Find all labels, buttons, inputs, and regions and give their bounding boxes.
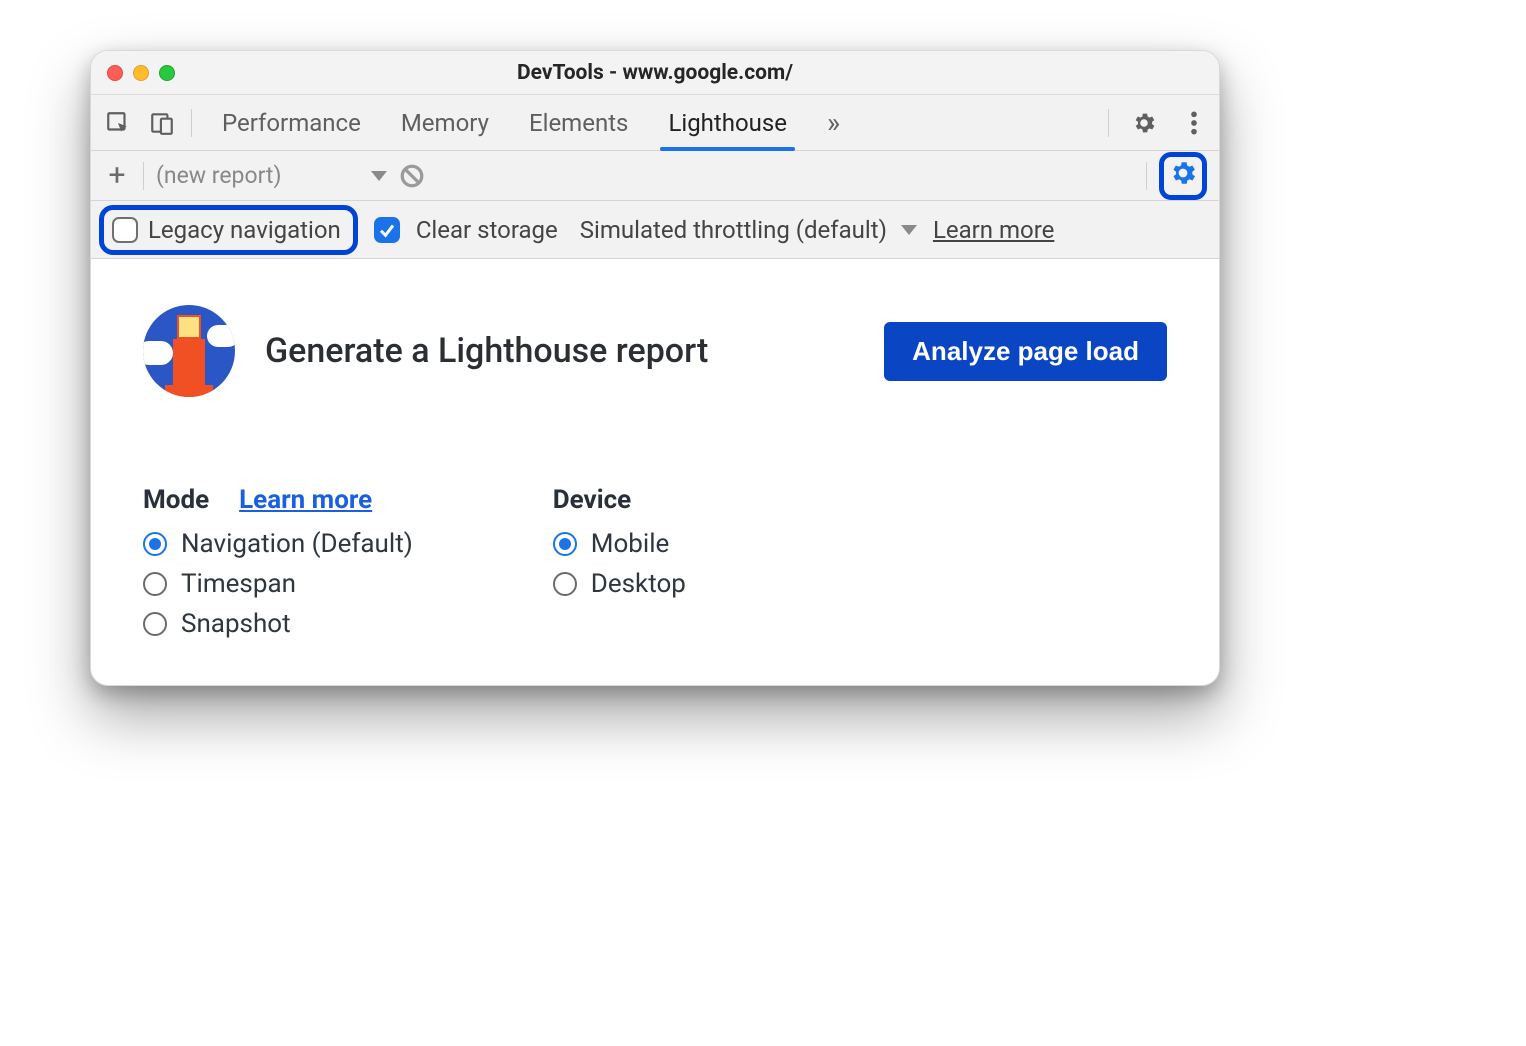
tab-lighthouse[interactable]: Lighthouse <box>666 109 789 149</box>
divider <box>191 109 192 137</box>
device-radio[interactable] <box>553 572 577 596</box>
kebab-menu-icon[interactable] <box>1179 108 1209 138</box>
new-report-icon[interactable]: + <box>103 158 131 193</box>
window-title: DevTools - www.google.com/ <box>91 61 1219 85</box>
report-dropdown[interactable]: (new report) <box>156 162 387 189</box>
mode-option-label: Snapshot <box>181 609 291 639</box>
device-option[interactable]: Desktop <box>553 569 686 599</box>
minimize-window-button[interactable] <box>133 65 149 81</box>
more-tabs-icon[interactable]: » <box>827 106 840 139</box>
mode-option-label: Navigation (Default) <box>181 529 413 559</box>
mode-radio[interactable] <box>143 532 167 556</box>
chevron-down-icon <box>371 171 387 181</box>
divider <box>1146 162 1147 190</box>
lighthouse-panel: Generate a Lighthouse report Analyze pag… <box>91 259 1219 685</box>
page-title: Generate a Lighthouse report <box>265 331 708 371</box>
device-option-label: Mobile <box>591 529 670 559</box>
lighthouse-settings-highlight <box>1159 152 1207 200</box>
device-radio[interactable] <box>553 532 577 556</box>
mode-column: Mode Learn more Navigation (Default) Time… <box>143 485 413 639</box>
clear-storage-checkbox[interactable] <box>374 217 400 243</box>
legacy-navigation-checkbox[interactable] <box>112 217 138 243</box>
chevron-down-icon <box>901 225 917 235</box>
legacy-navigation-label: Legacy navigation <box>148 216 341 244</box>
lighthouse-logo-icon <box>143 305 235 397</box>
panel-tabs: Performance Memory Elements Lighthouse <box>220 103 789 143</box>
lighthouse-options-bar: Legacy navigation Clear storage Simulate… <box>91 201 1219 259</box>
window-controls <box>107 65 175 81</box>
tab-memory[interactable]: Memory <box>399 109 491 149</box>
device-toolbar-icon[interactable] <box>147 108 177 138</box>
mode-learn-more-link[interactable]: Learn more <box>239 485 372 515</box>
lighthouse-settings-gear-icon[interactable] <box>1168 158 1198 194</box>
lighthouse-subtoolbar: + (new report) <box>91 151 1219 201</box>
device-column: Device Mobile Desktop <box>553 485 686 639</box>
devtools-window: DevTools - www.google.com/ Performance M… <box>90 50 1220 686</box>
mode-option-label: Timespan <box>181 569 296 599</box>
divider <box>143 162 144 190</box>
tab-performance[interactable]: Performance <box>220 109 363 149</box>
device-option[interactable]: Mobile <box>553 529 686 559</box>
settings-gear-icon[interactable] <box>1129 108 1159 138</box>
throttling-dropdown[interactable]: Simulated throttling (default) <box>580 216 917 244</box>
throttling-label: Simulated throttling (default) <box>580 216 887 244</box>
mode-heading: Mode <box>143 485 209 515</box>
zoom-window-button[interactable] <box>159 65 175 81</box>
analyze-button[interactable]: Analyze page load <box>884 322 1167 381</box>
device-heading: Device <box>553 485 631 515</box>
devtools-tabstrip: Performance Memory Elements Lighthouse » <box>91 95 1219 151</box>
inspect-element-icon[interactable] <box>103 108 133 138</box>
throttling-learn-more-link[interactable]: Learn more <box>933 216 1054 244</box>
mode-option[interactable]: Snapshot <box>143 609 413 639</box>
hero-row: Generate a Lighthouse report Analyze pag… <box>143 305 1167 397</box>
clear-storage-label: Clear storage <box>416 216 558 244</box>
mode-option[interactable]: Timespan <box>143 569 413 599</box>
legacy-navigation-highlight: Legacy navigation <box>99 205 358 255</box>
report-dropdown-label: (new report) <box>156 162 281 189</box>
tab-elements[interactable]: Elements <box>527 109 630 149</box>
close-window-button[interactable] <box>107 65 123 81</box>
mode-radio[interactable] <box>143 572 167 596</box>
clear-icon[interactable] <box>399 163 425 189</box>
config-columns: Mode Learn more Navigation (Default) Time… <box>143 485 1167 639</box>
device-option-label: Desktop <box>591 569 686 599</box>
titlebar: DevTools - www.google.com/ <box>91 51 1219 95</box>
divider <box>1108 109 1109 137</box>
mode-radio[interactable] <box>143 612 167 636</box>
mode-option[interactable]: Navigation (Default) <box>143 529 413 559</box>
